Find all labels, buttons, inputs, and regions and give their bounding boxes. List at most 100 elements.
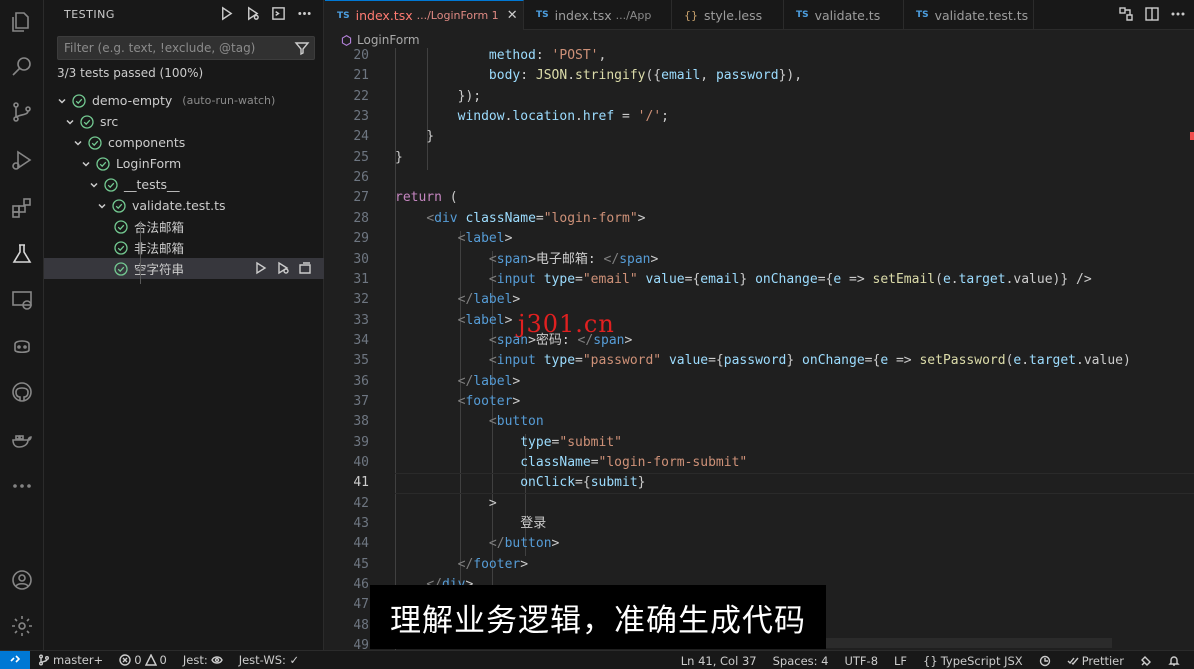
test-tree-item[interactable]: 空字符串 — [44, 258, 324, 279]
test-tree-item[interactable]: 非法邮箱 — [44, 237, 324, 258]
github-icon[interactable] — [8, 378, 36, 406]
test-tree-item[interactable]: LoginForm — [44, 153, 324, 174]
chevron-down-icon[interactable] — [56, 95, 68, 107]
code-text: window.location.href = '/'; — [457, 109, 669, 125]
chevron-down-icon[interactable] — [72, 137, 84, 149]
code-line[interactable]: 45 </footer> — [325, 555, 1194, 575]
close-icon[interactable]: ✕ — [507, 8, 518, 23]
test-tree-item[interactable]: components — [44, 132, 324, 153]
test-tree-item[interactable]: __tests__ — [44, 174, 324, 195]
breadcrumb-item[interactable]: LoginForm — [357, 33, 420, 47]
code-line[interactable]: 27 return ( — [325, 188, 1194, 208]
editor-more-icon[interactable] — [1170, 6, 1186, 26]
line-number: 22 — [353, 88, 369, 104]
run-debug-icon[interactable] — [8, 146, 36, 174]
code-line[interactable]: 41 onClick={submit} — [325, 473, 1194, 495]
code-line[interactable]: 40 className="login-form-submit" — [325, 453, 1194, 473]
code-line[interactable]: 20 method: 'POST', — [325, 48, 1194, 66]
code-line[interactable]: 21 body: JSON.stringify({email, password… — [325, 66, 1194, 86]
docker-icon[interactable] — [8, 426, 36, 454]
code-line[interactable]: 39 type="submit" — [325, 433, 1194, 453]
split-editor-icon[interactable] — [1144, 6, 1160, 26]
breadcrumb[interactable]: LoginForm — [340, 33, 420, 47]
feedback[interactable] — [1132, 655, 1160, 667]
remote-indicator[interactable] — [0, 650, 30, 669]
code-line[interactable]: 37 <footer> — [325, 392, 1194, 412]
code-line[interactable]: 44 </button> — [325, 534, 1194, 554]
code-line[interactable]: 36 </label> — [325, 372, 1194, 392]
code-line[interactable]: 35 <input type="password" value={passwor… — [325, 351, 1194, 371]
extensions-icon[interactable] — [8, 194, 36, 222]
code-line[interactable]: 23 window.location.href = '/'; — [325, 107, 1194, 127]
open-changes-icon[interactable] — [1118, 6, 1134, 26]
search-icon[interactable] — [8, 52, 36, 80]
source-control-icon[interactable] — [8, 98, 36, 126]
status-bar: master+ 00 Jest: Jest-WS: ✓ Ln 41, Col 3… — [0, 650, 1194, 669]
language-mode[interactable]: {} TypeScript JSX — [915, 654, 1031, 668]
explorer-icon[interactable] — [8, 8, 36, 36]
test-tree-label: demo-empty — [92, 93, 173, 108]
terminal-output-icon[interactable] — [269, 4, 287, 22]
code-line[interactable]: 26 — [325, 168, 1194, 188]
code-line[interactable]: 24 } — [325, 127, 1194, 147]
editor-tab[interactable]: TS index.tsx .../App — [524, 0, 672, 30]
more-actions-icon[interactable] — [295, 4, 313, 22]
indentation[interactable]: Spaces: 4 — [765, 654, 837, 668]
code-line[interactable]: 30 <span>电子邮箱: </span> — [325, 250, 1194, 270]
test-tree-item[interactable]: 合法邮箱 — [44, 216, 324, 237]
code-text: className="login-form-submit" — [520, 455, 748, 470]
code-line[interactable]: 42 > — [325, 494, 1194, 514]
chevron-down-icon[interactable] — [88, 179, 100, 191]
cursor-position[interactable]: Ln 41, Col 37 — [673, 654, 765, 668]
notifications[interactable] — [1160, 655, 1188, 667]
jest-ws-status[interactable]: Jest-WS: ✓ — [231, 653, 308, 667]
debug-test-icon[interactable] — [276, 261, 290, 278]
code-line[interactable]: 43 登录 — [325, 514, 1194, 534]
code-line[interactable]: 33 <label> — [325, 311, 1194, 331]
code-line[interactable]: 31 <input type="email" value={email} onC… — [325, 270, 1194, 290]
chevron-down-icon[interactable] — [64, 116, 76, 128]
code-line[interactable]: 28 <div className="login-form"> — [325, 209, 1194, 229]
code-line[interactable]: 34 <span>密码: </span> — [325, 331, 1194, 351]
account-icon[interactable] — [8, 566, 36, 594]
editor-tab[interactable]: TS index.tsx .../LoginForm 1 ✕ — [325, 0, 524, 30]
test-tree-item[interactable]: validate.test.ts — [44, 195, 324, 216]
test-tree-item[interactable]: src — [44, 111, 324, 132]
typescript-file-icon: TS — [337, 10, 350, 21]
code-editor[interactable]: j301.cn 20 method: 'POST', 21 body: JSON.… — [325, 48, 1194, 650]
code-line[interactable]: 38 <button — [325, 412, 1194, 432]
jest-status[interactable]: Jest: — [175, 653, 231, 667]
sync-status[interactable] — [1031, 655, 1059, 667]
problems-status[interactable]: 00 — [111, 653, 175, 667]
editor-tab[interactable]: {} style.less — [672, 0, 784, 30]
more-icon[interactable] — [8, 472, 36, 500]
test-filter-input[interactable] — [58, 37, 288, 59]
line-number: 47 — [353, 597, 369, 613]
end-of-line[interactable]: LF — [886, 654, 915, 668]
branch-status[interactable]: master+ — [30, 653, 111, 667]
prettier-status[interactable]: Prettier — [1059, 654, 1132, 668]
chevron-down-icon[interactable] — [80, 158, 92, 170]
settings-gear-icon[interactable] — [8, 612, 36, 640]
editor-tab[interactable]: TS validate.ts — [784, 0, 904, 30]
go-to-test-icon[interactable] — [298, 261, 312, 278]
code-line[interactable]: 29 <label> — [325, 229, 1194, 249]
run-test-icon[interactable] — [254, 261, 268, 278]
code-line[interactable]: 32 </label> — [325, 290, 1194, 310]
line-number: 30 — [353, 251, 369, 267]
code-line[interactable]: 22 }); — [325, 87, 1194, 107]
test-tree-label: __tests__ — [124, 177, 180, 192]
copilot-icon[interactable] — [8, 332, 36, 360]
typescript-file-icon: TS — [536, 10, 549, 20]
code-line[interactable]: 25} — [325, 148, 1194, 168]
debug-all-tests-icon[interactable] — [243, 4, 261, 22]
encoding[interactable]: UTF-8 — [836, 654, 886, 668]
test-tree-item[interactable]: demo-empty (auto-run-watch) — [44, 90, 324, 111]
editor-tab[interactable]: TS validate.test.ts — [904, 0, 1034, 30]
testing-icon[interactable] — [8, 240, 36, 268]
chevron-down-icon[interactable] — [96, 200, 108, 212]
run-all-tests-icon[interactable] — [217, 4, 235, 22]
line-number: 41 — [353, 475, 369, 491]
remote-explorer-icon[interactable] — [8, 286, 36, 314]
filter-icon[interactable] — [294, 40, 310, 56]
